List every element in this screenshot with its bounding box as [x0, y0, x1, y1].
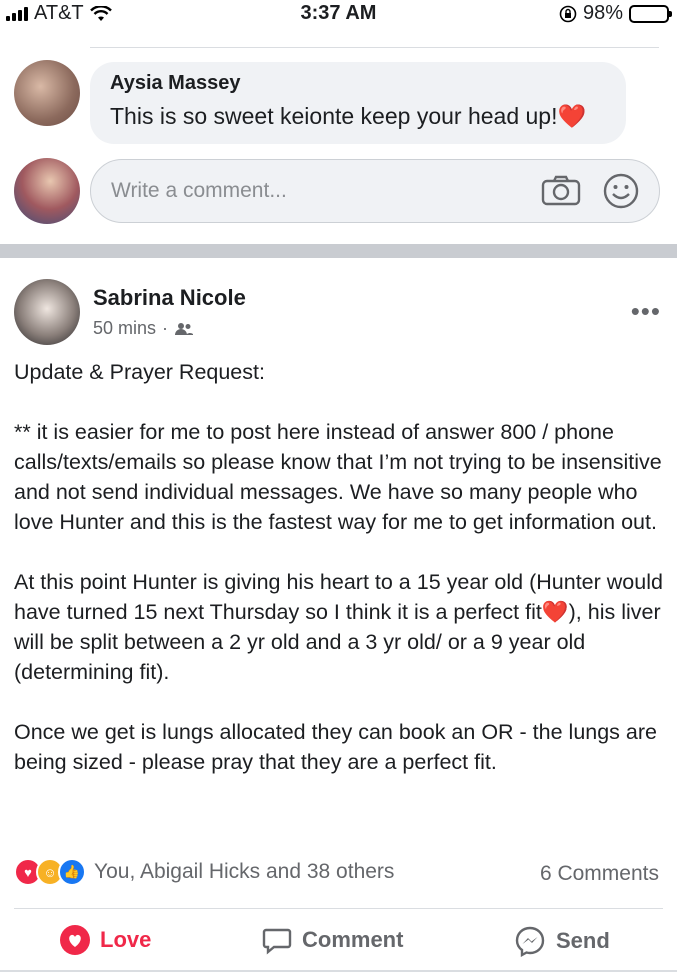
- friends-audience-icon: [175, 322, 194, 335]
- comment-text: This is so sweet keionte keep your head …: [110, 103, 587, 129]
- camera-icon[interactable]: [541, 174, 581, 206]
- divider: [0, 970, 677, 972]
- comments-count[interactable]: 6 Comments: [540, 862, 659, 886]
- comment-input[interactable]: Write a comment...: [90, 159, 660, 223]
- comment-icon: [262, 928, 292, 955]
- send-button[interactable]: Send: [514, 925, 610, 957]
- status-right: 98%: [559, 2, 672, 25]
- like-reaction-icon: 👍: [58, 858, 86, 886]
- divider: [90, 47, 659, 48]
- orientation-lock-icon: [559, 5, 577, 22]
- avatar[interactable]: [14, 158, 80, 224]
- more-options-icon[interactable]: •••: [631, 296, 661, 327]
- status-bar: AT&T 3:37 AM 98%: [0, 0, 677, 26]
- comment-author[interactable]: Aysia Massey: [110, 72, 606, 95]
- reactions-summary[interactable]: ♥ ☺ 👍 You, Abigail Hicks and 38 others: [14, 858, 394, 886]
- love-icon: [60, 925, 90, 955]
- reactions-text[interactable]: You, Abigail Hicks and 38 others: [94, 860, 394, 884]
- avatar[interactable]: [14, 279, 80, 345]
- comment-bubble: Aysia Massey This is so sweet keionte ke…: [90, 62, 626, 144]
- avatar[interactable]: [14, 60, 80, 126]
- messenger-icon: [515, 926, 545, 957]
- love-label: Love: [100, 927, 152, 952]
- heart-emoji-icon: ❤️: [557, 103, 587, 129]
- post-time[interactable]: 50 mins: [93, 318, 156, 339]
- post-author[interactable]: Sabrina Nicole: [93, 285, 246, 311]
- divider: [14, 908, 663, 909]
- comment-label: Comment: [302, 927, 404, 952]
- emoji-icon[interactable]: [603, 173, 639, 209]
- post-paragraph: At this point Hunter is giving his heart…: [14, 570, 663, 684]
- post-paragraph: ** it is easier for me to post here inst…: [14, 420, 662, 534]
- post-paragraph: Once we get is lungs allocated they can …: [14, 720, 657, 774]
- heart-emoji-icon: ❤️: [541, 600, 569, 624]
- battery-icon: [629, 4, 672, 23]
- comment-placeholder: Write a comment...: [111, 179, 287, 202]
- comment-button[interactable]: Comment: [262, 925, 403, 955]
- love-button[interactable]: Love: [60, 925, 151, 955]
- meta-dot: ·: [162, 318, 169, 338]
- send-label: Send: [556, 928, 610, 953]
- battery-percent: 98%: [582, 2, 623, 24]
- feed-separator: [0, 244, 677, 258]
- post-paragraph: Update & Prayer Request:: [14, 360, 265, 384]
- post-meta: 50 mins ·: [93, 318, 194, 339]
- post-body: Update & Prayer Request: ** it is easier…: [14, 357, 664, 777]
